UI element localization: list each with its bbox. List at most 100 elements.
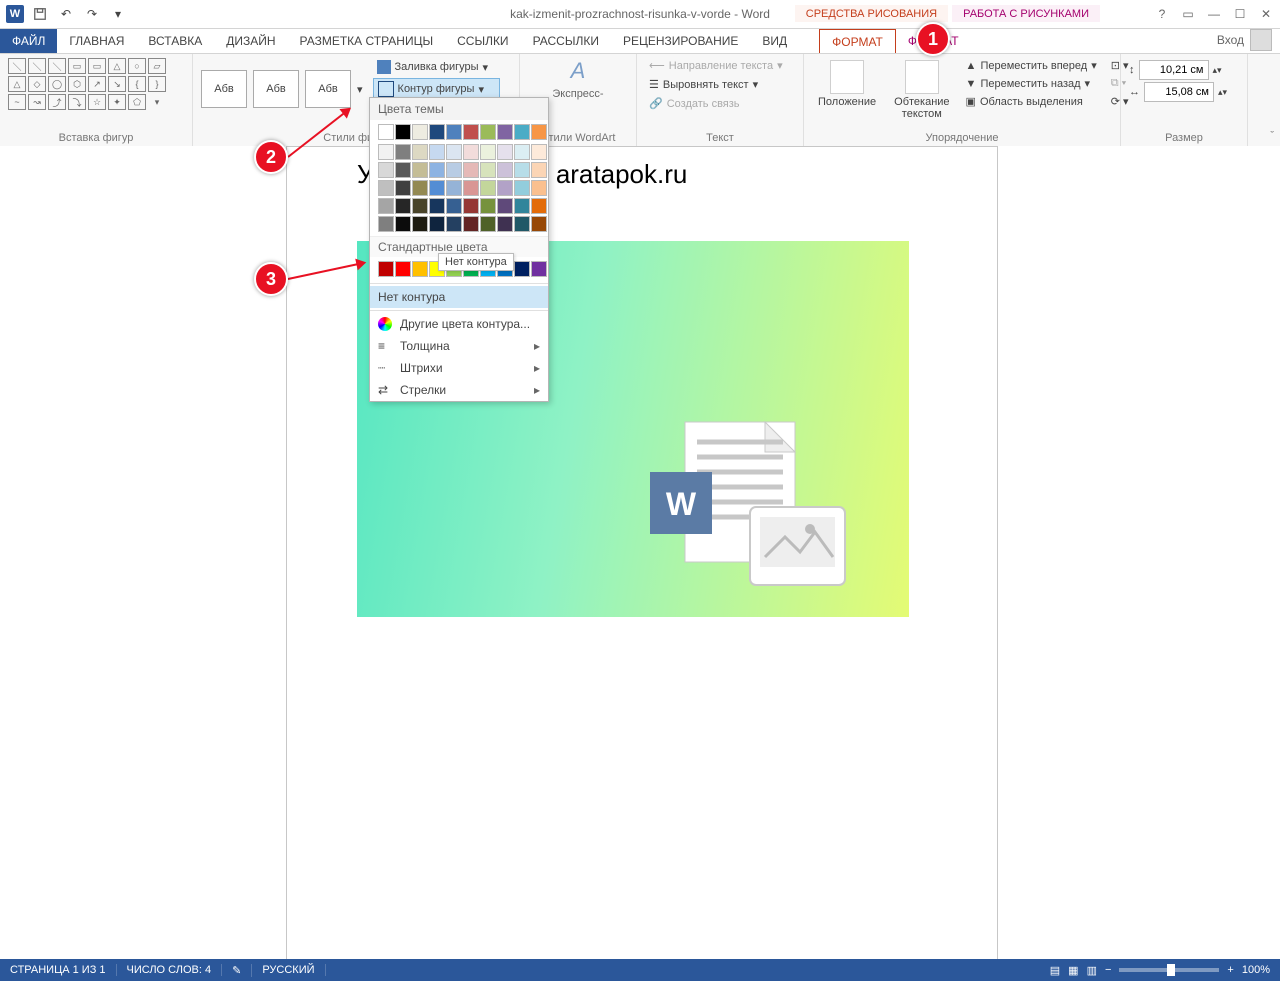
color-swatch[interactable] bbox=[395, 216, 411, 232]
color-swatch[interactable] bbox=[463, 216, 479, 232]
selection-pane-button[interactable]: ▣ Область выделения bbox=[962, 94, 1101, 109]
style-preset-3[interactable]: Абв bbox=[305, 70, 351, 108]
tab-review[interactable]: РЕЦЕНЗИРОВАНИЕ bbox=[611, 29, 750, 53]
zoom-slider[interactable] bbox=[1119, 968, 1219, 972]
color-swatch[interactable] bbox=[429, 162, 445, 178]
color-swatch[interactable] bbox=[429, 180, 445, 196]
ribbon-options-icon[interactable]: ▭ bbox=[1180, 7, 1196, 21]
theme-color-swatches-top[interactable] bbox=[370, 120, 548, 144]
account-login[interactable]: Вход bbox=[1217, 29, 1272, 51]
weight-item[interactable]: ≡Толщина▸ bbox=[370, 335, 548, 357]
shapes-gallery[interactable]: ＼＼＼▭▭△○▱ △◇◯⬡↗↘{} ~↝⤴⤵☆✦⬠▾ bbox=[8, 58, 184, 110]
color-swatch[interactable] bbox=[497, 198, 513, 214]
close-icon[interactable]: ✕ bbox=[1258, 7, 1274, 21]
color-swatch[interactable] bbox=[531, 144, 547, 160]
color-swatch[interactable] bbox=[395, 124, 411, 140]
view-web-icon[interactable]: ▥ bbox=[1087, 964, 1097, 977]
color-swatch[interactable] bbox=[531, 180, 547, 196]
align-text-button[interactable]: ☰ Выровнять текст ▾ bbox=[645, 77, 795, 92]
style-preset-1[interactable]: Абв bbox=[201, 70, 247, 108]
color-swatch[interactable] bbox=[412, 144, 428, 160]
color-swatch[interactable] bbox=[446, 124, 462, 140]
text-wrap-button[interactable]: Обтекание текстом bbox=[888, 58, 955, 122]
color-swatch[interactable] bbox=[429, 124, 445, 140]
color-swatch[interactable] bbox=[378, 144, 394, 160]
document-canvas[interactable]: Урxxxxxxxxxxxxxaratapok.ru W bbox=[0, 146, 1280, 959]
color-swatch[interactable] bbox=[531, 198, 547, 214]
status-language[interactable]: РУССКИЙ bbox=[252, 964, 325, 976]
color-swatch[interactable] bbox=[514, 261, 530, 277]
minimize-icon[interactable]: — bbox=[1206, 7, 1222, 21]
color-swatch[interactable] bbox=[463, 198, 479, 214]
color-swatch[interactable] bbox=[497, 162, 513, 178]
width-input[interactable] bbox=[1144, 82, 1214, 102]
color-swatch[interactable] bbox=[497, 124, 513, 140]
qat-customize-icon[interactable]: ▾ bbox=[108, 4, 128, 24]
color-swatch[interactable] bbox=[497, 180, 513, 196]
color-swatch[interactable] bbox=[395, 198, 411, 214]
color-swatch[interactable] bbox=[429, 216, 445, 232]
color-swatch[interactable] bbox=[412, 124, 428, 140]
color-swatch[interactable] bbox=[378, 216, 394, 232]
tab-mailings[interactable]: РАССЫЛКИ bbox=[521, 29, 611, 53]
wordart-icon[interactable]: A bbox=[571, 58, 586, 84]
color-swatch[interactable] bbox=[514, 162, 530, 178]
color-swatch[interactable] bbox=[480, 144, 496, 160]
color-swatch[interactable] bbox=[514, 124, 530, 140]
color-swatch[interactable] bbox=[480, 162, 496, 178]
color-swatch[interactable] bbox=[412, 216, 428, 232]
color-swatch[interactable] bbox=[429, 198, 445, 214]
undo-icon[interactable]: ↶ bbox=[56, 4, 76, 24]
shape-style-gallery[interactable]: Абв Абв Абв ▾ bbox=[201, 58, 363, 120]
color-swatch[interactable] bbox=[531, 261, 547, 277]
color-swatch[interactable] bbox=[446, 216, 462, 232]
color-swatch[interactable] bbox=[497, 216, 513, 232]
help-icon[interactable]: ? bbox=[1154, 7, 1170, 21]
color-swatch[interactable] bbox=[531, 216, 547, 232]
no-outline-item[interactable]: Нет контура bbox=[370, 286, 548, 308]
color-swatch[interactable] bbox=[378, 162, 394, 178]
style-preset-2[interactable]: Абв bbox=[253, 70, 299, 108]
redo-icon[interactable]: ↷ bbox=[82, 4, 102, 24]
status-page[interactable]: СТРАНИЦА 1 ИЗ 1 bbox=[0, 964, 117, 976]
zoom-level[interactable]: 100% bbox=[1242, 964, 1270, 976]
collapse-ribbon-icon[interactable]: ˇ bbox=[1270, 130, 1274, 142]
bring-forward-button[interactable]: ▲ Переместить вперед ▾ bbox=[962, 58, 1101, 73]
color-swatch[interactable] bbox=[378, 261, 394, 277]
color-swatch[interactable] bbox=[395, 144, 411, 160]
zoom-out-icon[interactable]: − bbox=[1105, 964, 1111, 976]
color-swatch[interactable] bbox=[463, 144, 479, 160]
arrows-item[interactable]: ⇄Стрелки▸ bbox=[370, 379, 548, 401]
dashes-item[interactable]: ┈Штрихи▸ bbox=[370, 357, 548, 379]
color-swatch[interactable] bbox=[497, 144, 513, 160]
color-swatch[interactable] bbox=[446, 144, 462, 160]
tab-view[interactable]: ВИД bbox=[750, 29, 799, 53]
maximize-icon[interactable]: ☐ bbox=[1232, 7, 1248, 21]
color-swatch[interactable] bbox=[480, 180, 496, 196]
tab-format-drawing[interactable]: ФОРМАТ bbox=[819, 29, 896, 53]
color-swatch[interactable] bbox=[412, 198, 428, 214]
color-swatch[interactable] bbox=[514, 180, 530, 196]
more-outline-colors-item[interactable]: Другие цвета контура... bbox=[370, 313, 548, 335]
color-swatch[interactable] bbox=[531, 124, 547, 140]
color-swatch[interactable] bbox=[446, 180, 462, 196]
color-swatch[interactable] bbox=[480, 124, 496, 140]
color-swatch[interactable] bbox=[446, 162, 462, 178]
view-print-icon[interactable]: ▦ bbox=[1068, 964, 1078, 977]
zoom-in-icon[interactable]: + bbox=[1227, 964, 1233, 976]
color-swatch[interactable] bbox=[412, 162, 428, 178]
tab-layout[interactable]: РАЗМЕТКА СТРАНИЦЫ bbox=[288, 29, 446, 53]
color-swatch[interactable] bbox=[395, 180, 411, 196]
status-word-count[interactable]: ЧИСЛО СЛОВ: 4 bbox=[117, 964, 223, 976]
color-swatch[interactable] bbox=[480, 216, 496, 232]
color-swatch[interactable] bbox=[514, 198, 530, 214]
color-swatch[interactable] bbox=[463, 162, 479, 178]
color-swatch[interactable] bbox=[378, 180, 394, 196]
color-swatch[interactable] bbox=[395, 261, 411, 277]
gallery-more-icon[interactable]: ▾ bbox=[357, 83, 363, 96]
color-swatch[interactable] bbox=[412, 180, 428, 196]
color-swatch[interactable] bbox=[446, 198, 462, 214]
color-swatch[interactable] bbox=[378, 198, 394, 214]
save-icon[interactable] bbox=[30, 4, 50, 24]
theme-color-swatches-grid[interactable] bbox=[370, 144, 548, 236]
